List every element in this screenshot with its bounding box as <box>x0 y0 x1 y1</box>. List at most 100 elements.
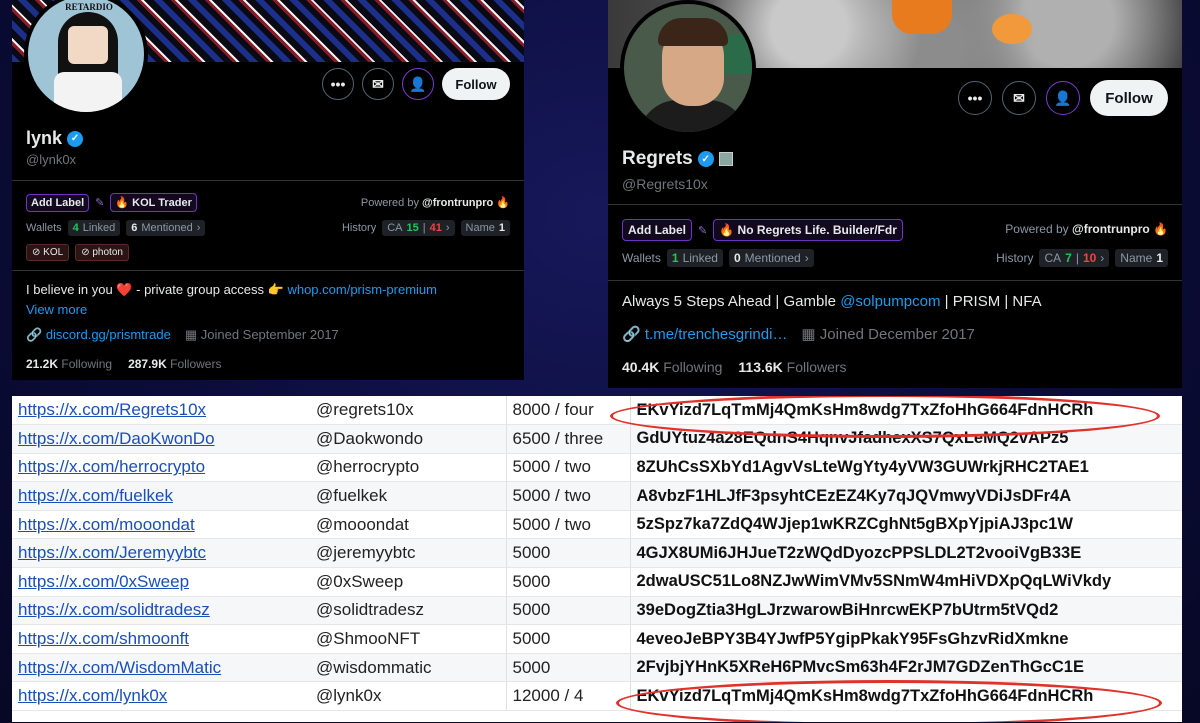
wallet-cell: 8ZUhCsSXbYd1AgvVsLteWgYty4yVW3GUWrkjRHC2… <box>630 453 1182 483</box>
handle-cell: @ShmooNFT <box>310 624 507 654</box>
message-icon[interactable]: ✉ <box>1002 81 1036 115</box>
view-more-link[interactable]: View more <box>26 302 87 317</box>
table-row: https://x.com/herrocrypto @herrocrypto 500… <box>12 453 1182 483</box>
profile-url-link[interactable]: https://x.com/solidtradesz <box>18 600 210 619</box>
profile-meta: 🔗 discord.gg/prismtrade ▦ Joined Septemb… <box>26 327 339 342</box>
profile-url-link[interactable]: https://x.com/Jeremyybtc <box>18 543 206 562</box>
follow-stats: 21.2K Following 287.9K Followers <box>26 357 221 371</box>
url-cell: https://x.com/herrocrypto <box>12 453 310 483</box>
powered-by: Powered by @frontrunpro 🔥 <box>1005 222 1168 236</box>
follow-button[interactable]: Follow <box>442 68 510 100</box>
edit-icon[interactable]: ✎ <box>698 224 707 237</box>
handle-cell: @0xSweep <box>310 567 507 597</box>
link-icon: 🔗 <box>622 326 641 343</box>
linked-pill[interactable]: 4 Linked <box>67 220 121 236</box>
wallet-cell: A8vbzF1HLJfF3psyhtCEzEZ4Ky7qJQVmwyVDiJsD… <box>630 481 1182 511</box>
amount-cell: 12000 / 4 <box>506 681 631 712</box>
handle-cell: @wisdommatic <box>310 653 507 683</box>
ca-pill[interactable]: CA 7 | 10 › <box>1039 249 1110 267</box>
table-row: https://x.com/solidtradesz @solidtradesz 5… <box>12 596 1182 626</box>
profile-url-link[interactable]: https://x.com/lynk0x <box>18 686 167 705</box>
wallet-spreadsheet: https://x.com/Regrets10x @regrets10x 8000 … <box>12 396 1182 722</box>
divider <box>608 280 1182 281</box>
label-row: Add Label ✎ 🔥 No Regrets Life. Builder/F… <box>622 219 903 241</box>
tag-kol[interactable]: ⊘ KOL <box>26 244 70 261</box>
url-cell: https://x.com/mooondat <box>12 510 310 540</box>
url-cell: https://x.com/fuelkek <box>12 481 310 511</box>
table-row: https://x.com/WisdomMatic @wisdommatic 500… <box>12 653 1182 683</box>
flame-icon: 🔥 <box>496 197 510 209</box>
edit-icon[interactable]: ✎ <box>95 196 104 209</box>
amount-cell: 8000 / four <box>506 396 631 426</box>
more-options-icon[interactable]: ••• <box>322 68 354 100</box>
website-link[interactable]: t.me/trenchesgrindi… <box>645 326 788 343</box>
calendar-icon: ▦ <box>801 326 816 343</box>
table-row: https://x.com/0xSweep @0xSweep 5000 2dwaUSC… <box>12 567 1182 597</box>
profile-url-link[interactable]: https://x.com/shmoonft <box>18 629 189 648</box>
more-options-icon[interactable]: ••• <box>958 81 992 115</box>
history-row: History CA 15 | 41 › Name 1 <box>342 220 510 236</box>
followers-stat[interactable]: 287.9K Followers <box>128 357 221 371</box>
name-pill[interactable]: Name 1 <box>460 220 510 236</box>
mentioned-pill[interactable]: 6 Mentioned › <box>126 220 206 236</box>
role-tag[interactable]: 🔥 KOL Trader <box>110 193 197 212</box>
bio-link[interactable]: whop.com/prism-premium <box>287 282 437 297</box>
mentioned-pill[interactable]: 0 Mentioned › <box>728 249 814 267</box>
handle-cell: @herrocrypto <box>310 453 507 483</box>
profile-url-link[interactable]: https://x.com/Regrets10x <box>18 400 206 419</box>
handle-cell: @mooondat <box>310 510 507 540</box>
url-cell: https://x.com/WisdomMatic <box>12 653 310 683</box>
bio-mention-link[interactable]: @solpumpcom <box>840 293 940 310</box>
profile-url-link[interactable]: https://x.com/WisdomMatic <box>18 658 221 677</box>
follow-stats: 40.4K Following 113.6K Followers <box>622 359 847 375</box>
followers-stat[interactable]: 113.6K Followers <box>738 359 846 375</box>
flame-icon: 🔥 <box>115 197 130 209</box>
add-label-button[interactable]: Add Label <box>26 193 90 212</box>
tag-photon[interactable]: ⊘ photon <box>75 244 129 261</box>
amount-cell: 5000 / two <box>506 510 631 540</box>
url-cell: https://x.com/solidtradesz <box>12 596 310 626</box>
ca-pill[interactable]: CA 15 | 41 › <box>382 220 455 236</box>
profile-url-link[interactable]: https://x.com/0xSweep <box>18 572 189 591</box>
chevron-right-icon: › <box>196 222 201 234</box>
tags-row: ⊘ KOL ⊘ photon <box>26 244 129 261</box>
follow-button[interactable]: Follow <box>1090 80 1168 116</box>
role-tag[interactable]: 🔥 No Regrets Life. Builder/Fdr <box>713 219 903 241</box>
profile-actions: ••• ✉ 👤 Follow <box>322 68 510 100</box>
message-icon[interactable]: ✉ <box>362 68 394 100</box>
following-stat[interactable]: 40.4K Following <box>622 359 722 375</box>
profile-card-regrets: ••• ✉ 👤 Follow Regrets ✓ @Regrets10x Add… <box>608 0 1182 388</box>
amount-cell: 5000 / two <box>506 481 631 511</box>
add-label-button[interactable]: Add Label <box>622 219 693 241</box>
highlight-circle <box>616 680 1162 722</box>
handle-cell: @Daokwondo <box>310 424 507 454</box>
name-pill[interactable]: Name 1 <box>1115 249 1168 267</box>
avatar-caption: RETARDIO <box>65 2 113 12</box>
add-user-icon[interactable]: 👤 <box>402 68 434 100</box>
linked-pill[interactable]: 1 Linked <box>666 249 723 267</box>
powered-by: Powered by @frontrunpro 🔥 <box>360 197 510 209</box>
following-stat[interactable]: 21.2K Following <box>26 357 112 371</box>
website-link[interactable]: discord.gg/prismtrade <box>46 327 171 342</box>
divider <box>12 180 524 181</box>
handle-cell: @lynk0x <box>310 681 507 712</box>
wallet-cell: 4eveoJeBPY3B4YJwfP5YgipPkakY95FsGhzvRidX… <box>630 624 1182 654</box>
handle-cell: @fuelkek <box>310 481 507 511</box>
table-row: https://x.com/Jeremyybtc @jeremyybtc 5000 4… <box>12 538 1182 569</box>
avatar[interactable]: RETARDIO <box>24 0 148 116</box>
avatar[interactable] <box>620 0 756 136</box>
profile-url-link[interactable]: https://x.com/mooondat <box>18 515 195 534</box>
amount-cell: 5000 <box>506 596 631 626</box>
history-row: History CA 7 | 10 › Name 1 <box>996 249 1168 267</box>
profile-url-link[interactable]: https://x.com/herrocrypto <box>18 457 205 476</box>
add-user-icon[interactable]: 👤 <box>1046 81 1080 115</box>
amount-cell: 5000 <box>506 538 631 569</box>
flame-icon: 🔥 <box>719 223 735 237</box>
url-cell: https://x.com/lynk0x <box>12 681 310 712</box>
display-name: lynk ✓ <box>26 128 84 149</box>
profile-url-link[interactable]: https://x.com/fuelkek <box>18 486 173 505</box>
handle-cell: @jeremyybtc <box>310 538 507 569</box>
profile-meta: 🔗 t.me/trenchesgrindi… ▦ Joined December… <box>622 326 975 343</box>
handle-cell: @solidtradesz <box>310 596 507 626</box>
profile-url-link[interactable]: https://x.com/DaoKwonDo <box>18 429 215 448</box>
